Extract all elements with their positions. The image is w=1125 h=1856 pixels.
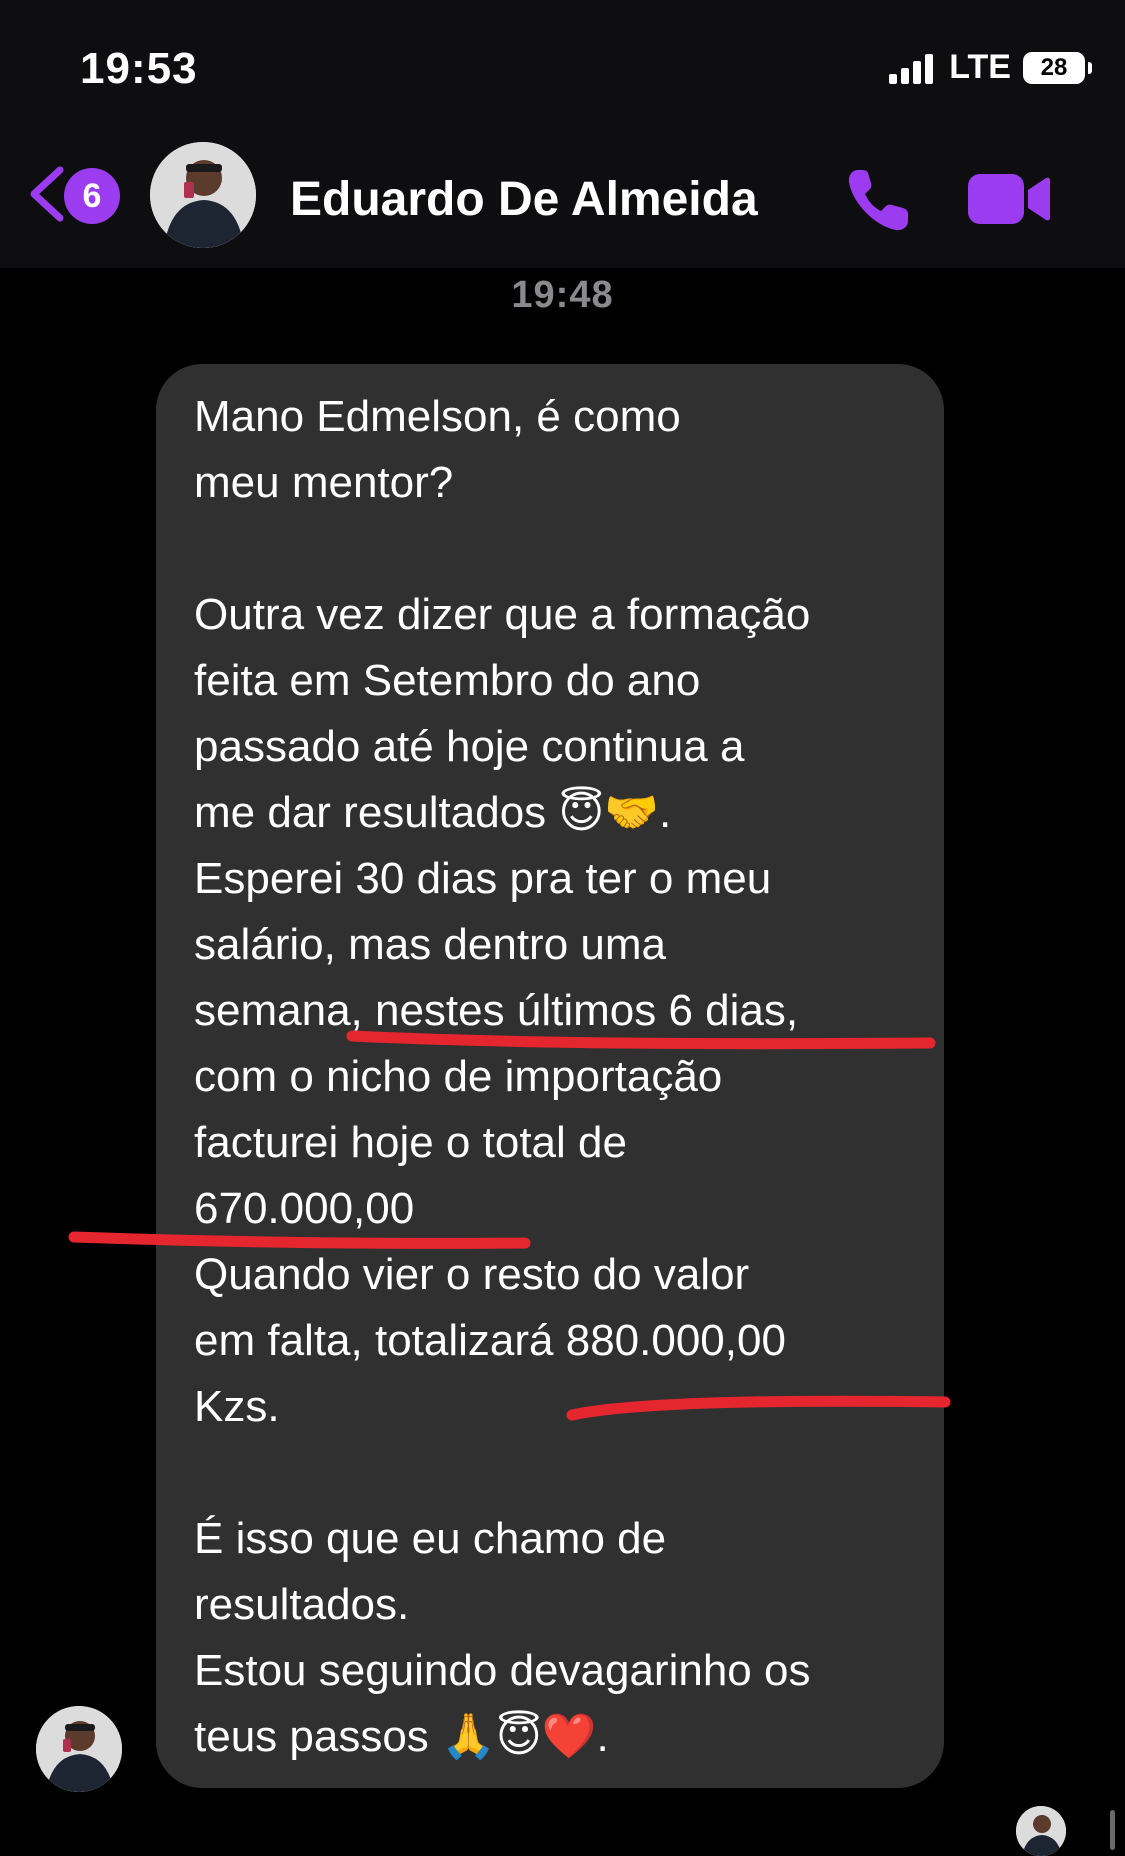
scrollbar[interactable] — [1110, 1810, 1115, 1850]
read-receipt-avatar — [1016, 1806, 1066, 1856]
contact-name[interactable]: Eduardo De Almeida — [290, 172, 758, 227]
chat-header: 6 Eduardo De Almeida — [0, 120, 1125, 268]
battery-level: 28 — [1040, 53, 1068, 81]
status-bar: 19:53 LTE 28 — [0, 0, 1125, 120]
status-time: 19:53 — [80, 44, 198, 93]
sender-avatar[interactable] — [36, 1706, 122, 1792]
phone-icon[interactable] — [842, 162, 916, 236]
contact-avatar[interactable] — [150, 142, 256, 248]
network-type: LTE — [949, 48, 1011, 86]
message-timestamp: 19:48 — [511, 274, 614, 316]
message-text: Mano Edmelson, é como meu mentor? Outra … — [194, 392, 811, 1761]
chevron-left-icon[interactable] — [22, 164, 70, 224]
unread-count-badge[interactable]: 6 — [64, 168, 120, 224]
battery-icon: 28 — [1023, 51, 1092, 84]
video-camera-icon[interactable] — [966, 170, 1050, 228]
status-indicators: LTE 28 — [889, 48, 1092, 87]
signal-strength-icon — [889, 52, 934, 84]
